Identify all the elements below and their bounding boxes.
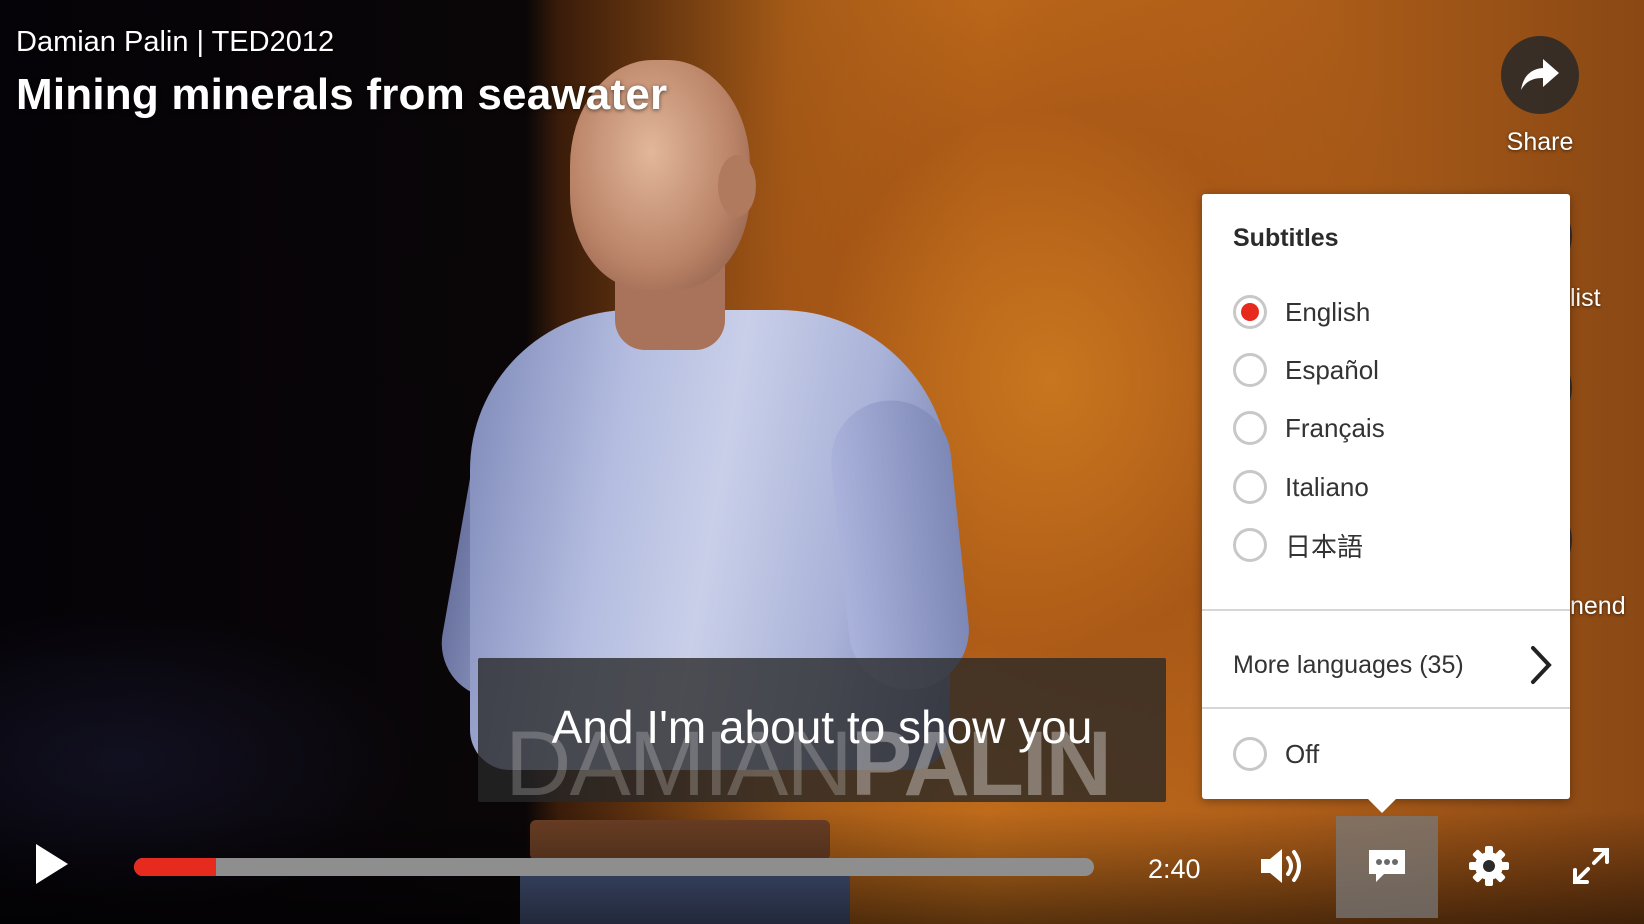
subtitles-heading: Subtitles [1233, 224, 1339, 252]
share-button[interactable]: Share [1470, 36, 1610, 157]
share-icon [1521, 59, 1559, 90]
radio-selected[interactable] [1233, 295, 1267, 329]
progress-bar[interactable] [134, 858, 1094, 876]
talk-title: Mining minerals from seawater [16, 70, 668, 119]
play-icon [36, 844, 68, 884]
option-label: Français [1285, 412, 1385, 443]
speaker-event-label: Damian Palin | TED2012 [16, 26, 335, 58]
subtitle-option-off[interactable]: Off [1233, 734, 1319, 774]
volume-button[interactable] [1254, 838, 1310, 894]
settings-button[interactable] [1461, 838, 1517, 894]
rail-label-partial-1: list [1570, 284, 1601, 312]
more-languages-label: More languages (35) [1233, 650, 1464, 679]
radio[interactable] [1233, 528, 1267, 562]
fullscreen-icon [1573, 848, 1609, 884]
radio[interactable] [1233, 737, 1267, 771]
play-button[interactable] [30, 840, 74, 888]
subtitle-option-espanol[interactable]: Español [1233, 350, 1379, 390]
option-label: Español [1285, 354, 1379, 385]
subtitles-button[interactable] [1359, 838, 1415, 894]
chevron-right-icon [1531, 646, 1552, 684]
rail-label-partial-2: nend [1570, 592, 1626, 620]
caption-text: And I'm about to show you [551, 701, 1093, 753]
share-circle[interactable] [1501, 36, 1579, 114]
fullscreen-button[interactable] [1563, 838, 1619, 894]
subtitle-option-francais[interactable]: Français [1233, 408, 1385, 448]
option-label: Off [1285, 738, 1320, 769]
option-label: English [1285, 296, 1371, 327]
radio[interactable] [1233, 353, 1267, 387]
subtitle-option-italiano[interactable]: Italiano [1233, 467, 1369, 507]
speaker-ear [718, 155, 756, 217]
subtitles-menu: Subtitles English Español Français Itali… [1202, 194, 1570, 813]
menu-divider [1202, 609, 1570, 611]
progress-played [134, 858, 216, 876]
radio[interactable] [1233, 470, 1267, 504]
subtitle-option-english[interactable]: English [1233, 292, 1370, 332]
radio[interactable] [1233, 411, 1267, 445]
more-languages-button[interactable]: More languages (35) [1233, 640, 1553, 690]
option-label: 日本語 [1285, 531, 1364, 562]
radio-dot [1241, 303, 1259, 321]
share-label: Share [1506, 128, 1574, 156]
volume-icon [1261, 849, 1301, 883]
subtitles-icon [1369, 850, 1405, 882]
time-display: 2:40 [1148, 854, 1201, 884]
menu-divider [1202, 707, 1570, 709]
subtitle-option-japanese[interactable]: 日本語 [1233, 525, 1363, 565]
settings-icon [1469, 846, 1509, 886]
option-label: Italiano [1285, 471, 1369, 502]
